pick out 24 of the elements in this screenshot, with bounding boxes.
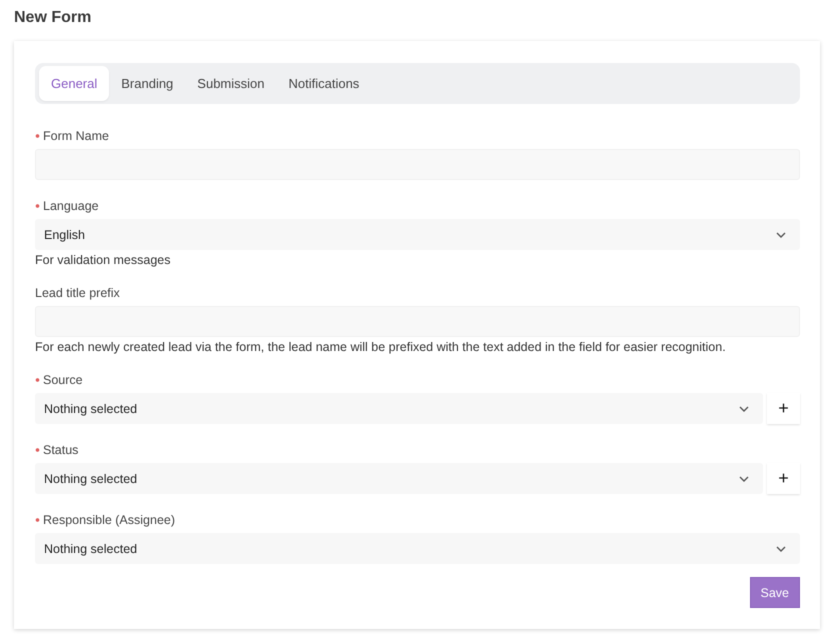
save-button[interactable]: Save xyxy=(750,577,800,608)
field-label: Responsible (Assignee) xyxy=(35,512,176,526)
select-dropdown[interactable]: Nothing selected xyxy=(35,533,800,564)
tab[interactable]: Notifications xyxy=(276,66,372,101)
field-label: Form Name xyxy=(35,128,109,142)
field-label: Source xyxy=(35,372,83,386)
select-dropdown[interactable]: English xyxy=(35,219,800,250)
tab[interactable]: Branding xyxy=(109,66,186,101)
tab[interactable]: General xyxy=(39,66,110,101)
chevron-down-icon xyxy=(739,406,749,412)
add-button[interactable]: + xyxy=(767,463,800,494)
field-label: Language xyxy=(35,198,99,212)
chevron-down-icon xyxy=(739,476,749,482)
field-label: Status xyxy=(35,442,78,456)
chevron-down-icon xyxy=(776,232,786,238)
add-button[interactable]: + xyxy=(767,393,800,424)
help-text: For validation messages xyxy=(35,253,172,267)
chevron-down-icon xyxy=(776,546,786,552)
field-label: Lead title prefix xyxy=(35,286,120,300)
help-text: For each newly created lead via the form, the lead name will be prefixed with the text added in the field for easier recognition. xyxy=(35,340,727,354)
select-dropdown[interactable]: Nothing selected xyxy=(35,393,763,424)
page-title: New Form xyxy=(14,8,92,28)
select-dropdown[interactable]: Nothing selected xyxy=(35,463,763,494)
tab[interactable]: Submission xyxy=(185,66,276,101)
